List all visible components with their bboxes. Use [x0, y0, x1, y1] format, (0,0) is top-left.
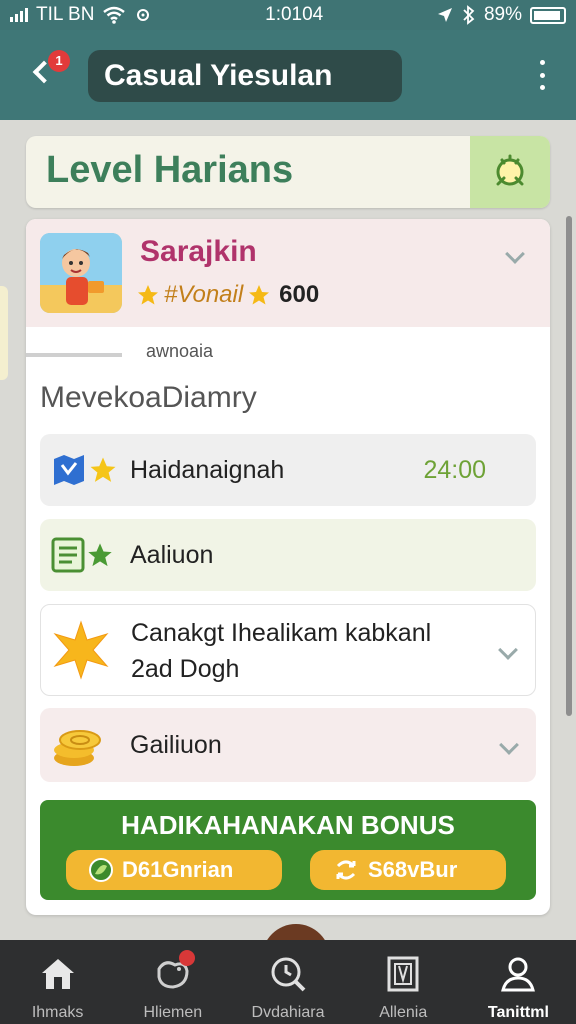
star-icon: [249, 285, 270, 305]
mission-label: Aaliuon: [130, 540, 214, 569]
level-title: Level Harians: [46, 149, 294, 191]
nav-label: Allenia: [379, 1004, 428, 1021]
status-right: 89%: [436, 4, 566, 26]
star-icon: [88, 543, 112, 567]
leaf-icon: [89, 858, 113, 882]
section-title: MevekoaDiamry: [40, 381, 257, 414]
back-button[interactable]: 1: [22, 50, 70, 94]
mission-label: Canakgt Ihealikam kabkanl 2ad Dogh: [131, 619, 432, 683]
nav-label: Dvdahiara: [251, 1004, 325, 1021]
location-icon: [437, 8, 452, 22]
badge-icon: [496, 154, 524, 186]
side-drawer-handle[interactable]: [0, 286, 8, 380]
bonus-panel: HADIKAHANAKAN BONUS D61Gnrian S68vBur: [40, 800, 536, 900]
chevron-down-icon[interactable]: [505, 244, 525, 264]
mission-icon: [51, 620, 111, 680]
chevron-down-icon[interactable]: [498, 640, 518, 660]
coins-icon: [54, 730, 101, 766]
map-icon: [54, 455, 84, 485]
search-icon: [268, 954, 308, 994]
rank-label: #Vonail: [164, 281, 244, 308]
profile-row[interactable]: Sarajkin #Vonail 600: [26, 219, 550, 327]
carrier-text: TIL BN: [36, 4, 95, 25]
status-left: TIL BN: [10, 4, 152, 26]
more-menu-button[interactable]: [532, 60, 552, 90]
list-icon: [51, 537, 85, 573]
swap-icon: [336, 860, 356, 880]
mission-item[interactable]: Haidanaignah 24:00: [40, 434, 536, 506]
notification-badge: 1: [48, 50, 70, 72]
nav-item-library[interactable]: Allenia: [346, 940, 461, 1024]
profile-icon: [498, 954, 538, 994]
nav-item-home[interactable]: Ihmaks: [0, 940, 115, 1024]
mission-icon: [50, 720, 108, 770]
rank-row: #Vonail 600: [136, 281, 319, 309]
nav-item-messages[interactable]: Hliemen: [115, 940, 230, 1024]
caption-text: awnoaia: [146, 341, 214, 361]
notification-badge: [179, 950, 196, 966]
star-icon: [138, 285, 158, 305]
dot-icon: [539, 72, 545, 78]
nav-label: Hliemen: [143, 1004, 203, 1021]
divider: [26, 353, 122, 357]
level-card: Level Harians: [26, 136, 550, 208]
daily-missions-card: Sarajkin #Vonail 600 awnoaia MevekoaDiam…: [26, 219, 550, 915]
battery-percent: 89%: [483, 4, 522, 25]
claim-bonus-left-button[interactable]: D61Gnrian: [66, 850, 282, 890]
nav-label: Tanittml: [487, 1004, 549, 1021]
level-badge-button[interactable]: [470, 136, 550, 208]
signal-icon: [10, 8, 28, 22]
star-icon: [90, 457, 116, 482]
bluetooth-icon: [463, 5, 475, 25]
app-bar: 1 Casual Yiesulan: [0, 30, 576, 120]
nav-label: Ihmaks: [31, 1004, 84, 1021]
book-icon: [383, 954, 423, 994]
wifi-icon: [103, 6, 126, 24]
nav-item-search[interactable]: Dvdahiara: [230, 940, 345, 1024]
status-bar: TIL BN 1:0104 89%: [0, 0, 576, 30]
mission-icon: [50, 536, 114, 574]
avatar: [40, 233, 122, 313]
battery-icon: [529, 6, 566, 24]
mission-label: Gailiuon: [130, 730, 222, 759]
page-title: Casual Yiesulan: [88, 50, 402, 102]
character-icon: [40, 233, 122, 313]
mission-item[interactable]: Aaliuon: [40, 519, 536, 591]
score-value: 600: [279, 281, 320, 308]
mission-label: Haidanaignah: [130, 455, 285, 484]
profile-name: Sarajkin: [140, 235, 257, 268]
status-time: 1:0104: [265, 4, 324, 25]
mission-item[interactable]: Canakgt Ihealikam kabkanl 2ad Dogh: [40, 604, 536, 696]
mission-item[interactable]: Gailiuon: [40, 708, 536, 782]
bonus-title: HADIKAHANAKAN BONUS: [121, 810, 455, 840]
dot-icon: [539, 60, 545, 65]
starburst-icon: [53, 620, 109, 680]
mission-icon: [50, 451, 118, 489]
bottom-nav: Ihmaks Hliemen Dvdahiara Allenia Tanittm…: [0, 940, 576, 1024]
dot-icon: [539, 85, 545, 90]
settings-icon: [137, 9, 150, 21]
claim-bonus-right-button[interactable]: S68vBur: [310, 850, 506, 890]
mission-timer: 24:00: [423, 455, 486, 484]
scrollbar[interactable]: [566, 216, 572, 716]
home-icon: [38, 954, 78, 994]
nav-item-profile[interactable]: Tanittml: [461, 940, 576, 1024]
chevron-down-icon[interactable]: [499, 735, 519, 755]
bonus-right-label: S68vBur: [368, 857, 458, 882]
bonus-left-label: D61Gnrian: [122, 857, 234, 882]
